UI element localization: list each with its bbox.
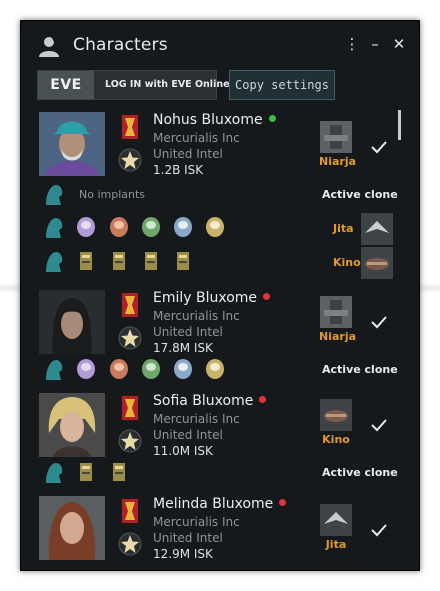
character-name: Nohus Bluxome	[153, 112, 276, 128]
implant-icon[interactable]	[108, 216, 130, 238]
active-clone-label: Active clone	[322, 363, 398, 376]
minimize-icon[interactable]: –	[367, 35, 383, 53]
alliance-logo	[118, 429, 142, 453]
skill-booster-icon[interactable]	[108, 250, 130, 272]
station-icon	[320, 296, 352, 328]
character-name-text: Nohus Bluxome	[153, 112, 263, 128]
skill-booster-icon[interactable]	[172, 250, 194, 272]
character-location[interactable]: Jita	[319, 504, 353, 551]
skill-booster-icon[interactable]	[108, 461, 130, 483]
character-portrait	[39, 496, 105, 560]
character-portrait	[39, 290, 105, 354]
skill-booster-icon[interactable]	[140, 250, 162, 272]
alliance-logo	[118, 148, 142, 172]
location-name: Kino	[322, 433, 350, 446]
clone-head-icon	[46, 463, 63, 483]
menu-icon[interactable]: ⋮	[344, 35, 360, 53]
character-card-emily[interactable]: Emily Bluxome Mercurialis Inc United Int…	[21, 290, 419, 362]
ship-icon	[320, 504, 352, 536]
implant-icon[interactable]	[204, 216, 226, 238]
implant-icon[interactable]	[75, 216, 97, 238]
corporation-logo	[119, 496, 141, 526]
implant-icon[interactable]	[108, 358, 130, 380]
wallet-balance: 1.2B ISK	[153, 163, 204, 177]
active-clone-label: Active clone	[322, 466, 398, 479]
skill-booster-icon[interactable]	[75, 250, 97, 272]
corporation-name: Mercurialis Inc	[153, 309, 240, 323]
checkmark-icon[interactable]	[371, 140, 387, 154]
corporation-name: Mercurialis Inc	[153, 412, 240, 426]
online-status-dot	[268, 115, 276, 122]
alliance-name: United Intel	[153, 428, 223, 442]
window-title: Characters	[73, 35, 168, 55]
character-location[interactable]: Niarja	[319, 121, 357, 168]
jump-clone-location: Jita	[333, 222, 354, 235]
offline-status-dot	[263, 293, 271, 300]
implant-icon[interactable]	[140, 358, 162, 380]
alliance-logo	[118, 326, 142, 350]
alliance-logo	[118, 532, 142, 556]
character-location[interactable]: Kino	[319, 399, 353, 446]
wallet-balance: 17.8M ISK	[153, 341, 213, 355]
offline-status-dot	[259, 396, 267, 403]
no-implants-label: No implants	[79, 188, 146, 201]
close-icon[interactable]: ✕	[391, 35, 407, 53]
implant-icon[interactable]	[140, 216, 162, 238]
corporation-logo	[119, 290, 141, 320]
implant-icon[interactable]	[204, 358, 226, 380]
implant-icon[interactable]	[172, 216, 194, 238]
corporation-logo	[119, 393, 141, 423]
corporation-name: Mercurialis Inc	[153, 515, 240, 529]
ship-icon	[320, 399, 352, 431]
offline-status-dot	[279, 499, 287, 506]
wallet-balance: 12.9M ISK	[153, 547, 213, 561]
jump-clone-location: Kino	[333, 256, 361, 269]
checkmark-icon[interactable]	[371, 523, 387, 537]
ship-icon[interactable]	[361, 213, 393, 245]
checkmark-icon[interactable]	[371, 315, 387, 329]
character-card-nohus[interactable]: Nohus Bluxome Mercurialis Inc United Int…	[21, 112, 419, 184]
character-portrait	[39, 393, 105, 457]
skill-booster-icon[interactable]	[75, 461, 97, 483]
character-name-text: Sofia Bluxome	[153, 393, 254, 409]
station-icon	[320, 121, 352, 153]
alliance-name: United Intel	[153, 325, 223, 339]
corporation-logo	[119, 112, 141, 142]
copy-settings-button[interactable]: Copy settings	[229, 70, 335, 100]
window-header[interactable]: Characters ⋮ – ✕	[21, 21, 419, 71]
alliance-name: United Intel	[153, 531, 223, 545]
clone-head-icon	[46, 218, 63, 238]
corporation-name: Mercurialis Inc	[153, 131, 240, 145]
implant-icon[interactable]	[172, 358, 194, 380]
characters-window: Characters ⋮ – ✕ EVE LOG IN with EVE Onl…	[20, 20, 420, 571]
character-portrait	[39, 112, 105, 176]
person-icon	[39, 37, 59, 57]
wallet-balance: 11.0M ISK	[153, 444, 213, 458]
character-location[interactable]: Niarja	[319, 296, 357, 343]
character-name: Emily Bluxome	[153, 290, 271, 306]
character-name-text: Melinda Bluxome	[153, 496, 274, 512]
location-name: Niarja	[319, 330, 357, 343]
character-card-melinda[interactable]: Melinda Bluxome Mercurialis Inc United I…	[21, 496, 419, 568]
checkmark-icon[interactable]	[371, 418, 387, 432]
clone-head-icon	[46, 252, 63, 272]
eve-login-button[interactable]: EVE LOG IN with EVE Online	[37, 70, 230, 100]
eve-logo: EVE	[38, 71, 94, 99]
clone-head-icon	[46, 360, 63, 380]
active-clone-label: Active clone	[322, 188, 398, 201]
ship-icon[interactable]	[361, 247, 393, 279]
clone-head-icon	[46, 185, 63, 205]
character-name-text: Emily Bluxome	[153, 290, 258, 306]
character-name: Melinda Bluxome	[153, 496, 287, 512]
location-name: Niarja	[319, 155, 357, 168]
location-name: Jita	[325, 538, 347, 551]
character-name: Sofia Bluxome	[153, 393, 267, 409]
alliance-name: United Intel	[153, 147, 223, 161]
eve-login-label: LOG IN with EVE Online	[105, 79, 230, 90]
character-card-sofia[interactable]: Sofia Bluxome Mercurialis Inc United Int…	[21, 393, 419, 465]
implant-icon[interactable]	[75, 358, 97, 380]
